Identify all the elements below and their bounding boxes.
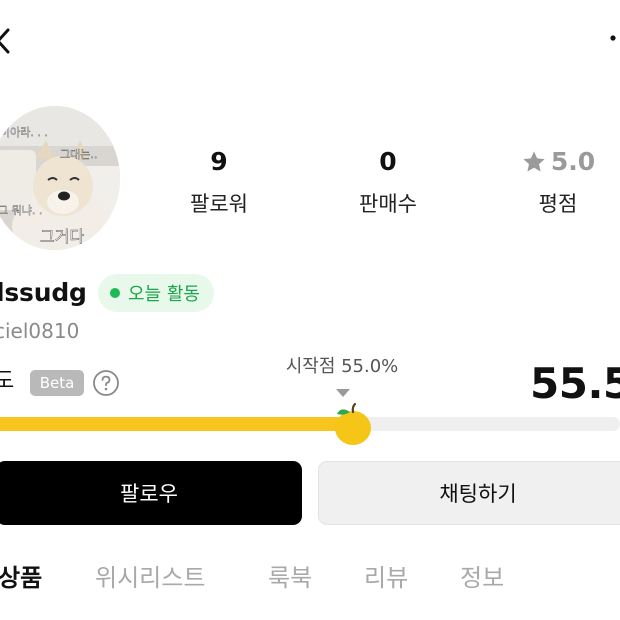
tab-info[interactable]: 정보 bbox=[460, 561, 504, 595]
chat-button-label: 채팅하기 bbox=[439, 482, 517, 506]
avatar-caption-3: 그 뭐냐. . bbox=[0, 204, 42, 217]
followers-count: 9 bbox=[210, 147, 228, 176]
help-icon[interactable] bbox=[92, 369, 120, 397]
sales-count: 0 bbox=[379, 147, 397, 176]
follow-button-label: 팔로우 bbox=[120, 482, 178, 506]
beta-badge: Beta bbox=[30, 370, 84, 396]
avatar-caption-2: 그대는.. bbox=[60, 148, 97, 161]
chat-button[interactable]: 채팅하기 bbox=[318, 461, 620, 525]
tab-products[interactable]: 상품 bbox=[0, 561, 42, 595]
back-icon[interactable] bbox=[0, 26, 14, 56]
rating-stat[interactable]: 5.0 평점 bbox=[488, 146, 620, 218]
tab-wishlist[interactable]: 위시리스트 bbox=[95, 561, 205, 595]
tab-lookbook[interactable]: 룩북 bbox=[268, 561, 312, 595]
status-text: 오늘 활동 bbox=[128, 284, 200, 305]
avatar[interactable]: 이아라. . . 그대는.. 그 뭐냐. . 그거다 bbox=[0, 106, 120, 250]
avatar-dog-image: 이아라. . . 그대는.. 그 뭐냐. . 그거다 bbox=[0, 106, 120, 250]
tab-reviews[interactable]: 리뷰 bbox=[364, 561, 408, 595]
avatar-caption-4: 그거다 bbox=[40, 227, 84, 246]
score-label: 도 bbox=[0, 369, 15, 394]
apple-icon bbox=[335, 402, 371, 445]
score-progress-fill bbox=[0, 417, 345, 431]
rating-value: 5.0 bbox=[550, 147, 596, 176]
score-value: 55.5 bbox=[530, 359, 620, 408]
user-handle: ciel0810 bbox=[0, 319, 80, 343]
star-icon bbox=[523, 151, 545, 172]
status-badge: 오늘 활동 bbox=[98, 274, 214, 312]
username: lssudg bbox=[0, 278, 87, 307]
followers-stat[interactable]: 9 팔로워 bbox=[149, 146, 289, 218]
status-dot-icon bbox=[110, 288, 120, 298]
avatar-caption-1: 이아라. . . bbox=[0, 126, 48, 139]
start-point-marker-icon bbox=[336, 389, 350, 397]
follow-button[interactable]: 팔로우 bbox=[0, 461, 302, 525]
more-vertical-icon[interactable] bbox=[606, 30, 620, 50]
followers-label: 팔로워 bbox=[190, 192, 248, 216]
start-point-label: 시작점 55.0% bbox=[285, 356, 399, 377]
rating-label: 평점 bbox=[538, 192, 578, 216]
sales-label: 판매수 bbox=[359, 192, 417, 216]
sales-stat[interactable]: 0 판매수 bbox=[318, 146, 458, 218]
